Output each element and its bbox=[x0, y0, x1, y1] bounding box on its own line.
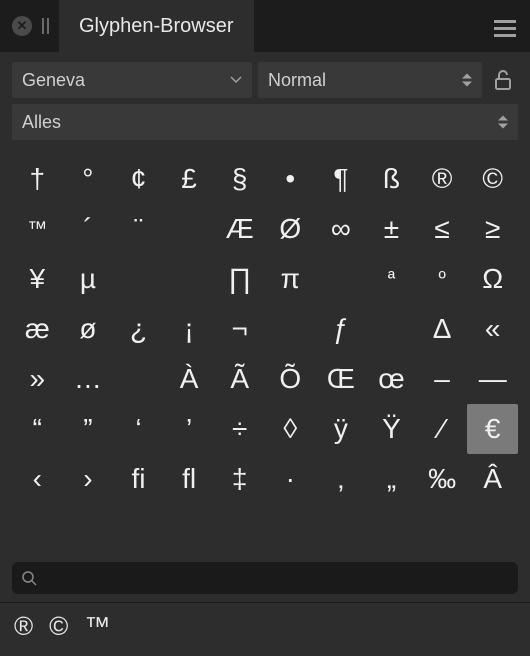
glyph-cell[interactable]: ¡ bbox=[164, 304, 215, 354]
glyph-cell[interactable]: À bbox=[164, 354, 215, 404]
font-family-select[interactable]: Geneva bbox=[12, 62, 252, 98]
glyph-cell[interactable]: º bbox=[417, 254, 468, 304]
glyph-cell[interactable] bbox=[113, 254, 164, 304]
glyph-cell[interactable]: ™ bbox=[12, 204, 63, 254]
titlebar: ✕ Glyphen-Browser bbox=[0, 0, 530, 52]
close-button[interactable]: ✕ bbox=[12, 16, 32, 36]
glyph-cell[interactable]: — bbox=[467, 354, 518, 404]
glyph-cell[interactable]: ∏ bbox=[214, 254, 265, 304]
glyph-cell[interactable]: ¿ bbox=[113, 304, 164, 354]
glyph-cell[interactable]: ‡ bbox=[214, 454, 265, 504]
glyph-cell[interactable]: Ø bbox=[265, 204, 316, 254]
glyph-cell[interactable]: • bbox=[265, 154, 316, 204]
search-input[interactable] bbox=[45, 570, 508, 587]
panel-title: Glyphen-Browser bbox=[79, 15, 234, 38]
glyph-cell[interactable]: § bbox=[214, 154, 265, 204]
search-row bbox=[0, 558, 530, 602]
glyph-cell[interactable]: ª bbox=[366, 254, 417, 304]
glyph-cell[interactable] bbox=[164, 204, 215, 254]
glyph-cell[interactable]: › bbox=[63, 454, 114, 504]
glyph-cell[interactable]: » bbox=[12, 354, 63, 404]
glyph-cell[interactable]: Œ bbox=[316, 354, 367, 404]
glyph-browser-panel: ✕ Glyphen-Browser Geneva Normal bbox=[0, 0, 530, 656]
glyph-cell[interactable]: Ω bbox=[467, 254, 518, 304]
recent-glyph[interactable]: © bbox=[49, 611, 68, 642]
glyph-cell[interactable]: ¬ bbox=[214, 304, 265, 354]
glyph-cell[interactable]: „ bbox=[366, 454, 417, 504]
glyph-cell[interactable]: ¶ bbox=[316, 154, 367, 204]
glyph-cell[interactable]: ¨ bbox=[113, 204, 164, 254]
glyph-cell[interactable]: ∞ bbox=[316, 204, 367, 254]
glyph-cell[interactable]: œ bbox=[366, 354, 417, 404]
glyph-cell[interactable]: Â bbox=[467, 454, 518, 504]
category-filter-select[interactable]: Alles bbox=[12, 104, 518, 140]
font-style-select[interactable]: Normal bbox=[258, 62, 482, 98]
glyph-cell[interactable]: ≥ bbox=[467, 204, 518, 254]
glyph-cell[interactable]: … bbox=[63, 354, 114, 404]
glyph-cell[interactable]: ¢ bbox=[113, 154, 164, 204]
glyph-cell[interactable]: ’ bbox=[164, 404, 215, 454]
glyph-cell[interactable]: Æ bbox=[214, 204, 265, 254]
glyph-cell[interactable]: ‹ bbox=[12, 454, 63, 504]
category-filter-value: Alles bbox=[22, 112, 61, 133]
glyph-cell[interactable]: “ bbox=[12, 404, 63, 454]
glyph-cell[interactable] bbox=[113, 354, 164, 404]
glyph-cell[interactable]: ” bbox=[63, 404, 114, 454]
glyph-cell[interactable]: ° bbox=[63, 154, 114, 204]
glyph-cell[interactable]: ® bbox=[417, 154, 468, 204]
search-icon bbox=[22, 571, 37, 586]
glyph-cell[interactable] bbox=[265, 304, 316, 354]
search-field[interactable] bbox=[12, 562, 518, 594]
glyph-cell[interactable] bbox=[366, 304, 417, 354]
glyph-cell[interactable]: ± bbox=[366, 204, 417, 254]
glyph-cell[interactable]: ◊ bbox=[265, 404, 316, 454]
stepper-icon bbox=[498, 116, 508, 129]
stepper-icon bbox=[462, 74, 472, 87]
lock-button[interactable] bbox=[488, 62, 518, 98]
menu-icon[interactable] bbox=[494, 16, 516, 41]
glyph-cell[interactable]: · bbox=[265, 454, 316, 504]
glyph-cell[interactable]: † bbox=[12, 154, 63, 204]
glyph-cell[interactable]: ﬁ bbox=[113, 454, 164, 504]
glyph-cell[interactable]: « bbox=[467, 304, 518, 354]
glyph-cell[interactable]: Δ bbox=[417, 304, 468, 354]
glyph-cell[interactable]: π bbox=[265, 254, 316, 304]
recent-glyphs: ® © ™ bbox=[0, 602, 530, 656]
glyph-cell[interactable]: Ÿ bbox=[366, 404, 417, 454]
font-family-value: Geneva bbox=[22, 70, 85, 91]
chevron-down-icon bbox=[230, 76, 242, 84]
glyph-cell[interactable]: ø bbox=[63, 304, 114, 354]
font-style-value: Normal bbox=[268, 70, 326, 91]
recent-glyph[interactable]: ® bbox=[14, 611, 33, 642]
glyph-cell[interactable]: Õ bbox=[265, 354, 316, 404]
glyph-cell[interactable]: ⁄ bbox=[417, 404, 468, 454]
glyph-cell[interactable]: Ã bbox=[214, 354, 265, 404]
glyph-cell[interactable]: © bbox=[467, 154, 518, 204]
glyph-grid: †°¢£§•¶ß®© ™´¨ ÆØ∞±≤≥ ¥µ ∏πªºΩæø¿¡¬ ƒΔ« »… ÀÃÕŒ… bbox=[0, 148, 530, 558]
glyph-cell[interactable]: µ bbox=[63, 254, 114, 304]
glyph-cell[interactable]: æ bbox=[12, 304, 63, 354]
recent-glyph[interactable]: ™ bbox=[84, 611, 110, 642]
controls-area: Geneva Normal Alles bbox=[0, 52, 530, 148]
glyph-cell[interactable]: ¥ bbox=[12, 254, 63, 304]
glyph-cell[interactable]: – bbox=[417, 354, 468, 404]
glyph-cell[interactable]: ‰ bbox=[417, 454, 468, 504]
collapse-button[interactable] bbox=[42, 18, 49, 34]
glyph-cell[interactable] bbox=[316, 254, 367, 304]
panel-tab[interactable]: Glyphen-Browser bbox=[59, 0, 254, 52]
lock-open-icon bbox=[494, 69, 512, 91]
glyph-cell[interactable]: ﬂ bbox=[164, 454, 215, 504]
glyph-cell[interactable]: £ bbox=[164, 154, 215, 204]
glyph-cell[interactable]: ≤ bbox=[417, 204, 468, 254]
glyph-cell[interactable]: ‚ bbox=[316, 454, 367, 504]
glyph-cell[interactable]: ƒ bbox=[316, 304, 367, 354]
glyph-cell[interactable] bbox=[164, 254, 215, 304]
glyph-cell[interactable]: ‘ bbox=[113, 404, 164, 454]
glyph-cell[interactable]: ´ bbox=[63, 204, 114, 254]
glyph-cell[interactable]: ÿ bbox=[316, 404, 367, 454]
glyph-cell[interactable]: ß bbox=[366, 154, 417, 204]
glyph-cell[interactable]: € bbox=[467, 404, 518, 454]
glyph-cell[interactable]: ÷ bbox=[214, 404, 265, 454]
